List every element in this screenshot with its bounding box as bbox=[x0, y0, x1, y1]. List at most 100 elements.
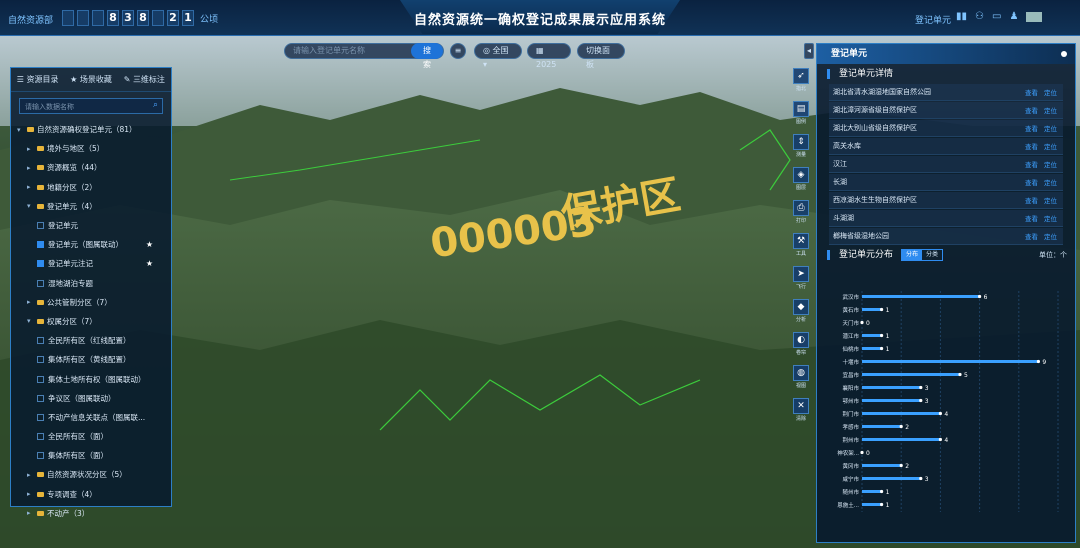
tool-toolbox[interactable]: ⚒ 工具 bbox=[790, 233, 812, 266]
tree-node[interactable]: 登记单元 bbox=[11, 216, 171, 235]
view-link[interactable]: 查看 bbox=[1025, 125, 1038, 133]
tree-node[interactable]: ▸ 不动产（3） bbox=[11, 504, 171, 523]
tool-trash[interactable]: ✕ 清除 bbox=[790, 398, 812, 431]
tool-globe[interactable]: ◍ 视图 bbox=[790, 365, 812, 398]
locate-link[interactable]: 定位 bbox=[1044, 197, 1057, 205]
bar[interactable] bbox=[862, 373, 960, 376]
tool-measure[interactable]: ⇕ 测量 bbox=[790, 134, 812, 167]
locate-link[interactable]: 定位 bbox=[1044, 233, 1057, 241]
tool-swipe[interactable]: ◐ 卷帘 bbox=[790, 332, 812, 365]
checkbox[interactable] bbox=[37, 260, 44, 268]
checkbox[interactable] bbox=[37, 337, 44, 345]
view-link[interactable]: 查看 bbox=[1025, 197, 1038, 205]
tree-node[interactable]: 集体所有区（面） bbox=[11, 446, 171, 465]
bar[interactable] bbox=[862, 399, 921, 402]
locate-link[interactable]: 定位 bbox=[1044, 179, 1057, 187]
chevron-right-icon[interactable]: ▸ bbox=[27, 298, 37, 306]
tree-node[interactable]: 登记单元注记 ★ bbox=[11, 254, 171, 273]
tree-node[interactable]: ▾ 权属分区（7） bbox=[11, 312, 171, 331]
checkbox[interactable] bbox=[37, 452, 44, 460]
tree-node[interactable]: ▾ 自然资源确权登记单元（81） bbox=[11, 120, 171, 139]
tab-classification[interactable]: 分类 bbox=[922, 250, 942, 260]
tree-node[interactable]: ▸ 自然资源状况分区（5） bbox=[11, 465, 171, 484]
tab-distribution[interactable]: 分布 bbox=[902, 250, 923, 260]
checkbox[interactable] bbox=[37, 394, 44, 402]
star-icon[interactable]: ★ bbox=[146, 240, 153, 249]
checkbox[interactable] bbox=[37, 433, 44, 441]
tool-print[interactable]: ⎙ 打印 bbox=[790, 200, 812, 233]
monitor-icon[interactable]: ▭ bbox=[992, 11, 1001, 22]
locate-link[interactable]: 定位 bbox=[1044, 125, 1057, 133]
tree-node[interactable]: ▸ 境外与地区（5） bbox=[11, 139, 171, 158]
switch-panel-button[interactable]: 切换面板 bbox=[577, 43, 625, 69]
locate-link[interactable]: 定位 bbox=[1044, 161, 1057, 169]
bar[interactable] bbox=[862, 477, 921, 480]
bar[interactable] bbox=[862, 464, 902, 467]
chevron-right-icon[interactable]: ▸ bbox=[27, 164, 37, 172]
search-button[interactable]: 搜索 bbox=[411, 43, 443, 69]
person-icon[interactable]: ⚇ bbox=[975, 11, 984, 22]
data-search-input[interactable]: 请输入数据名称 ⌕ bbox=[19, 98, 163, 114]
chevron-right-icon[interactable]: ▸ bbox=[27, 509, 37, 517]
chevron-down-icon[interactable]: ▾ bbox=[27, 202, 37, 210]
locate-link[interactable]: 定位 bbox=[1044, 107, 1057, 115]
star-icon[interactable]: ★ bbox=[146, 259, 153, 268]
bar[interactable] bbox=[862, 490, 882, 493]
year-select[interactable]: ▦ 2025 bbox=[527, 43, 571, 69]
view-link[interactable]: 查看 bbox=[1025, 143, 1038, 151]
view-link[interactable]: 查看 bbox=[1025, 107, 1038, 115]
bar[interactable] bbox=[862, 360, 1039, 363]
bar[interactable] bbox=[862, 334, 882, 337]
tool-cube[interactable]: ◆ 分析 bbox=[790, 299, 812, 332]
checkbox[interactable] bbox=[37, 356, 44, 364]
collapse-icon[interactable]: ◂ bbox=[804, 43, 814, 59]
region-select[interactable]: ◎ 全国 ▾ bbox=[474, 43, 522, 69]
tree-node[interactable]: 登记单元（图属联动） ★ bbox=[11, 235, 171, 254]
tree-node[interactable]: ▸ 资源概览（44） bbox=[11, 158, 171, 177]
menu-icon[interactable]: ≡ bbox=[450, 43, 466, 59]
chevron-right-icon[interactable]: ▸ bbox=[27, 183, 37, 191]
checkbox[interactable] bbox=[37, 241, 44, 249]
bar[interactable] bbox=[862, 308, 882, 311]
tree-node[interactable]: ▾ 登记单元（4） bbox=[11, 197, 171, 216]
checkbox[interactable] bbox=[37, 375, 44, 383]
checkbox[interactable] bbox=[37, 279, 44, 287]
tree-node[interactable]: ▸ 专项调查（4） bbox=[11, 485, 171, 504]
tab-1[interactable]: ★ 场景收藏 bbox=[64, 68, 117, 91]
tree-node[interactable]: 集体土地所有权（图属联动） bbox=[11, 369, 171, 388]
close-dot-icon[interactable] bbox=[1061, 51, 1067, 57]
bar[interactable] bbox=[862, 438, 941, 441]
locate-link[interactable]: 定位 bbox=[1044, 215, 1057, 223]
search-icon[interactable]: ⌕ bbox=[153, 100, 158, 110]
bar[interactable] bbox=[862, 347, 882, 350]
chevron-down-icon[interactable]: ▾ bbox=[27, 317, 37, 325]
avatar[interactable] bbox=[1026, 11, 1043, 22]
bar[interactable] bbox=[862, 386, 921, 389]
locate-link[interactable]: 定位 bbox=[1044, 143, 1057, 151]
tree-node[interactable]: ▸ 公共管制分区（7） bbox=[11, 293, 171, 312]
locate-link[interactable]: 定位 bbox=[1044, 89, 1057, 97]
chevron-right-icon[interactable]: ▸ bbox=[27, 471, 37, 479]
tab-2[interactable]: ✎ 三维标注 bbox=[118, 68, 171, 91]
tree-node[interactable]: 全民所有区（面） bbox=[11, 427, 171, 446]
view-link[interactable]: 查看 bbox=[1025, 89, 1038, 97]
tab-0[interactable]: ☰ 资源目录 bbox=[11, 68, 64, 91]
tree-node[interactable]: 湿地湖泊专题 bbox=[11, 274, 171, 293]
checkbox[interactable] bbox=[37, 222, 44, 230]
chevron-down-icon[interactable]: ▾ bbox=[17, 126, 27, 134]
user-icon[interactable]: ♟ bbox=[1009, 11, 1018, 22]
view-link[interactable]: 查看 bbox=[1025, 233, 1038, 241]
chevron-right-icon[interactable]: ▸ bbox=[27, 145, 37, 153]
view-link[interactable]: 查看 bbox=[1025, 161, 1038, 169]
tree-node[interactable]: 全民所有区（红线配置） bbox=[11, 331, 171, 350]
tree-node[interactable]: 不动产信息关联点（图属联... bbox=[11, 408, 171, 427]
tool-layers[interactable]: ◈ 图层 bbox=[790, 167, 812, 200]
bar[interactable] bbox=[862, 412, 941, 415]
tool-legend[interactable]: ▤ 图例 bbox=[790, 101, 812, 134]
checkbox[interactable] bbox=[37, 413, 44, 421]
chevron-right-icon[interactable]: ▸ bbox=[27, 490, 37, 498]
header-right-tag[interactable]: 登记单元 bbox=[915, 13, 951, 26]
view-link[interactable]: 查看 bbox=[1025, 215, 1038, 223]
view-link[interactable]: 查看 bbox=[1025, 179, 1038, 187]
tree-node[interactable]: 集体所有区（黄线配置） bbox=[11, 350, 171, 369]
